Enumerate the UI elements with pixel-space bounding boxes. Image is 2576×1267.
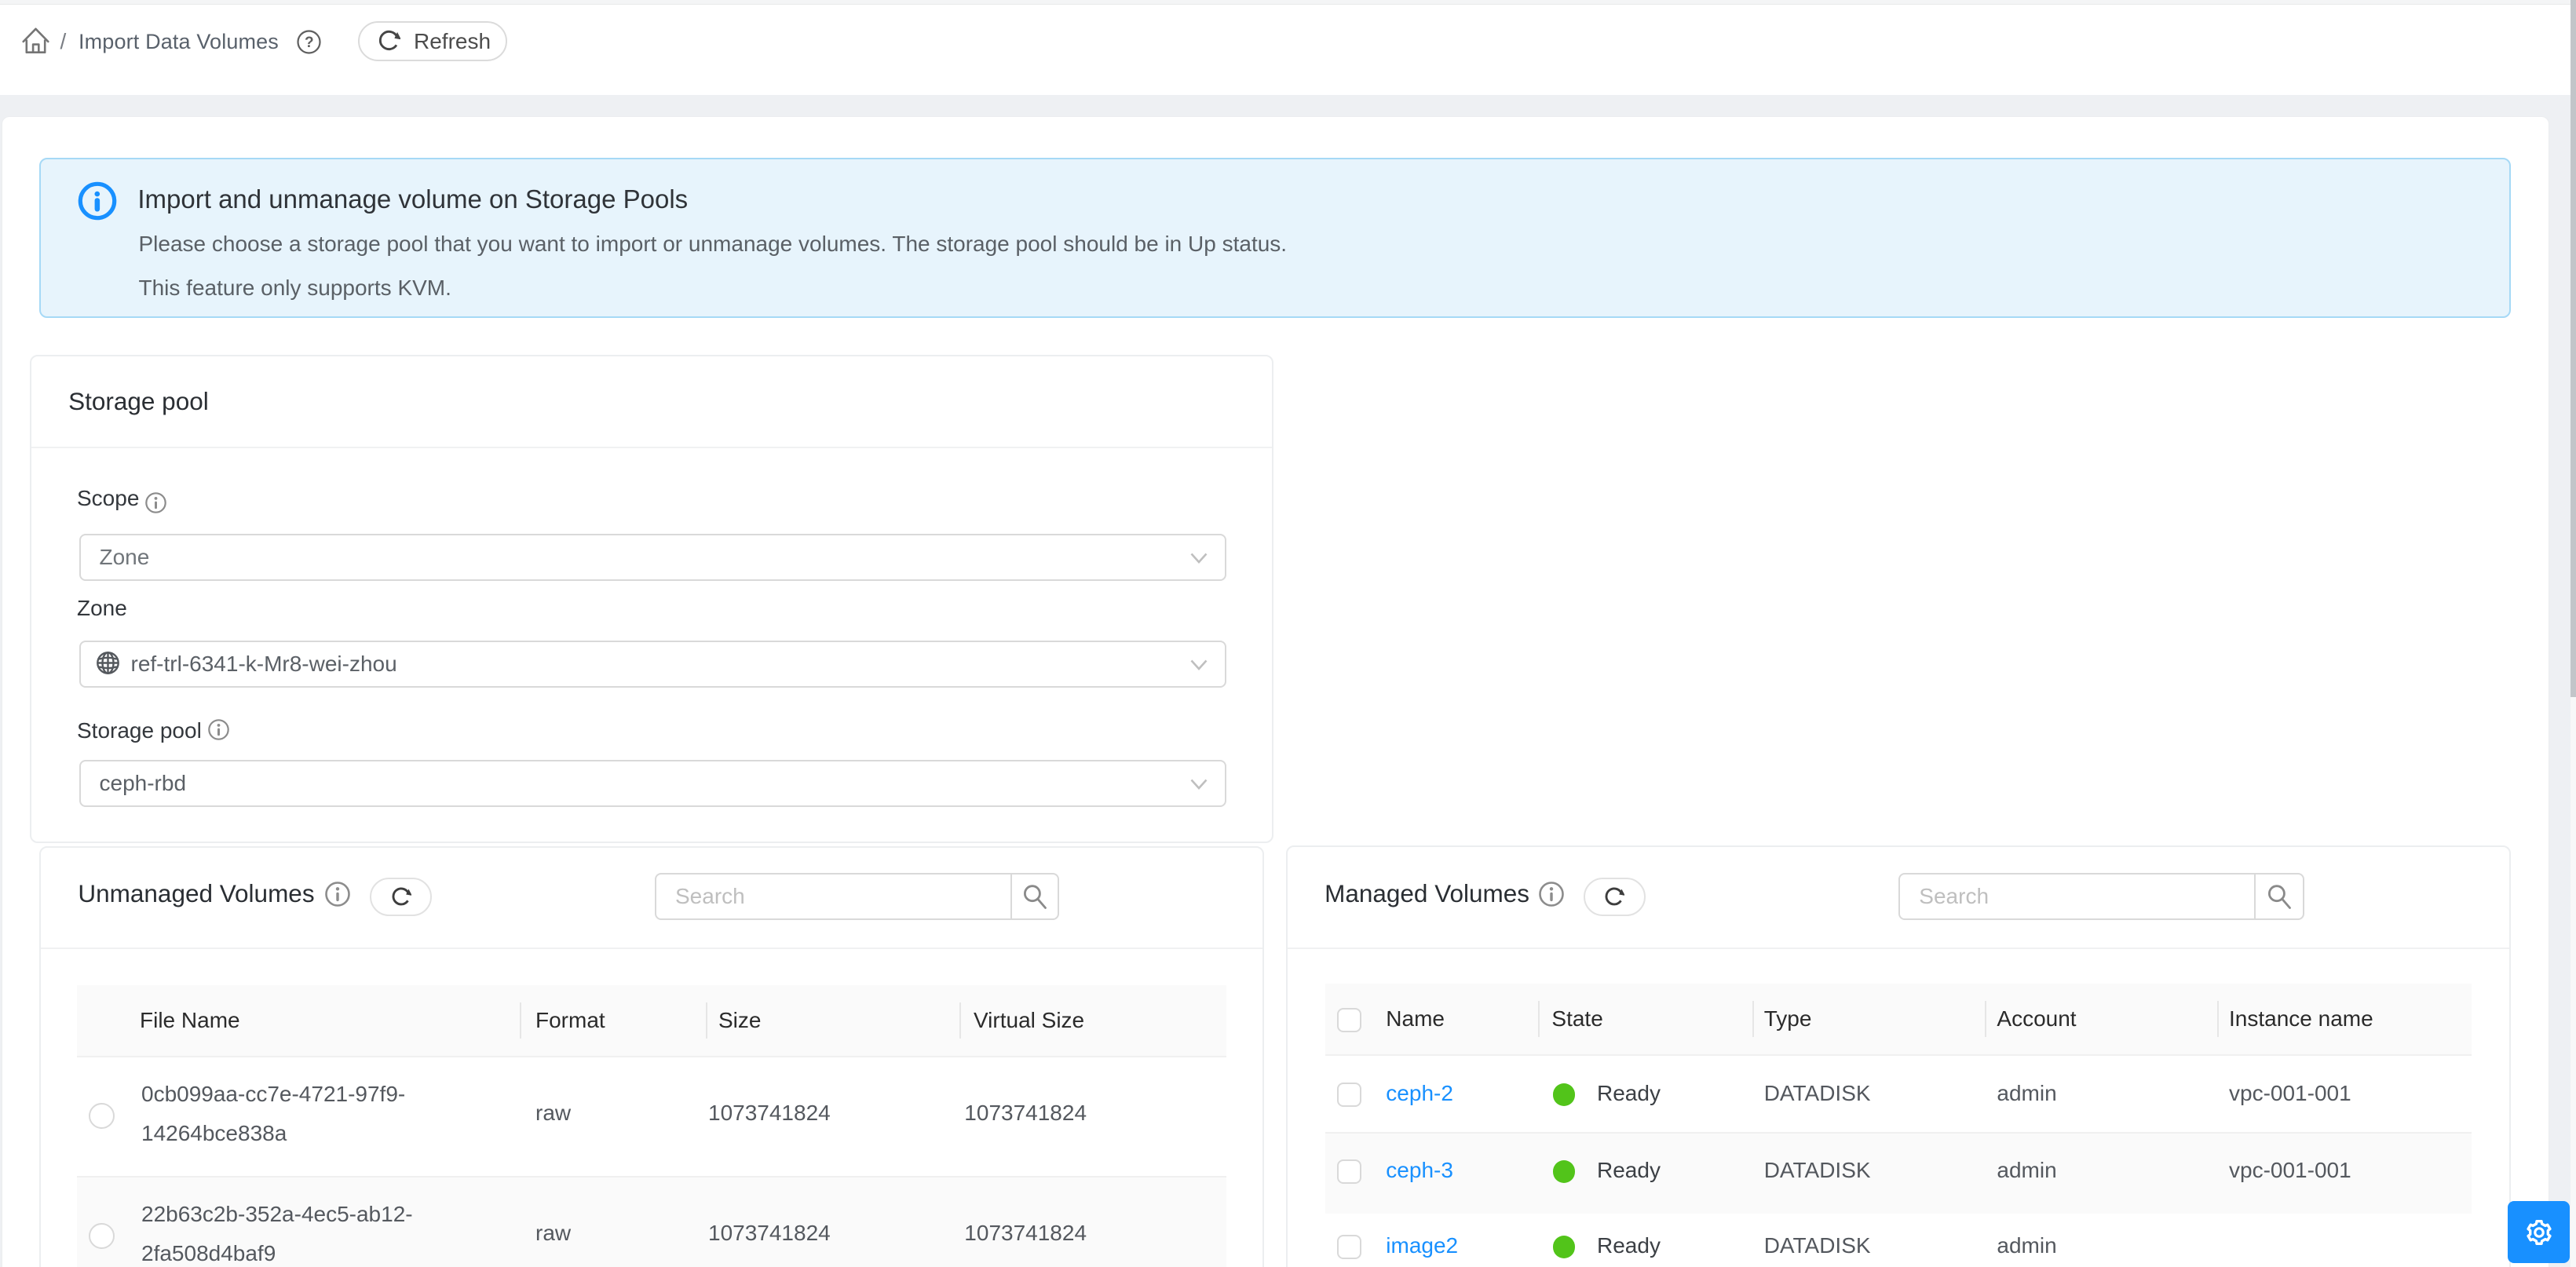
svg-text:?: ? xyxy=(305,35,314,51)
